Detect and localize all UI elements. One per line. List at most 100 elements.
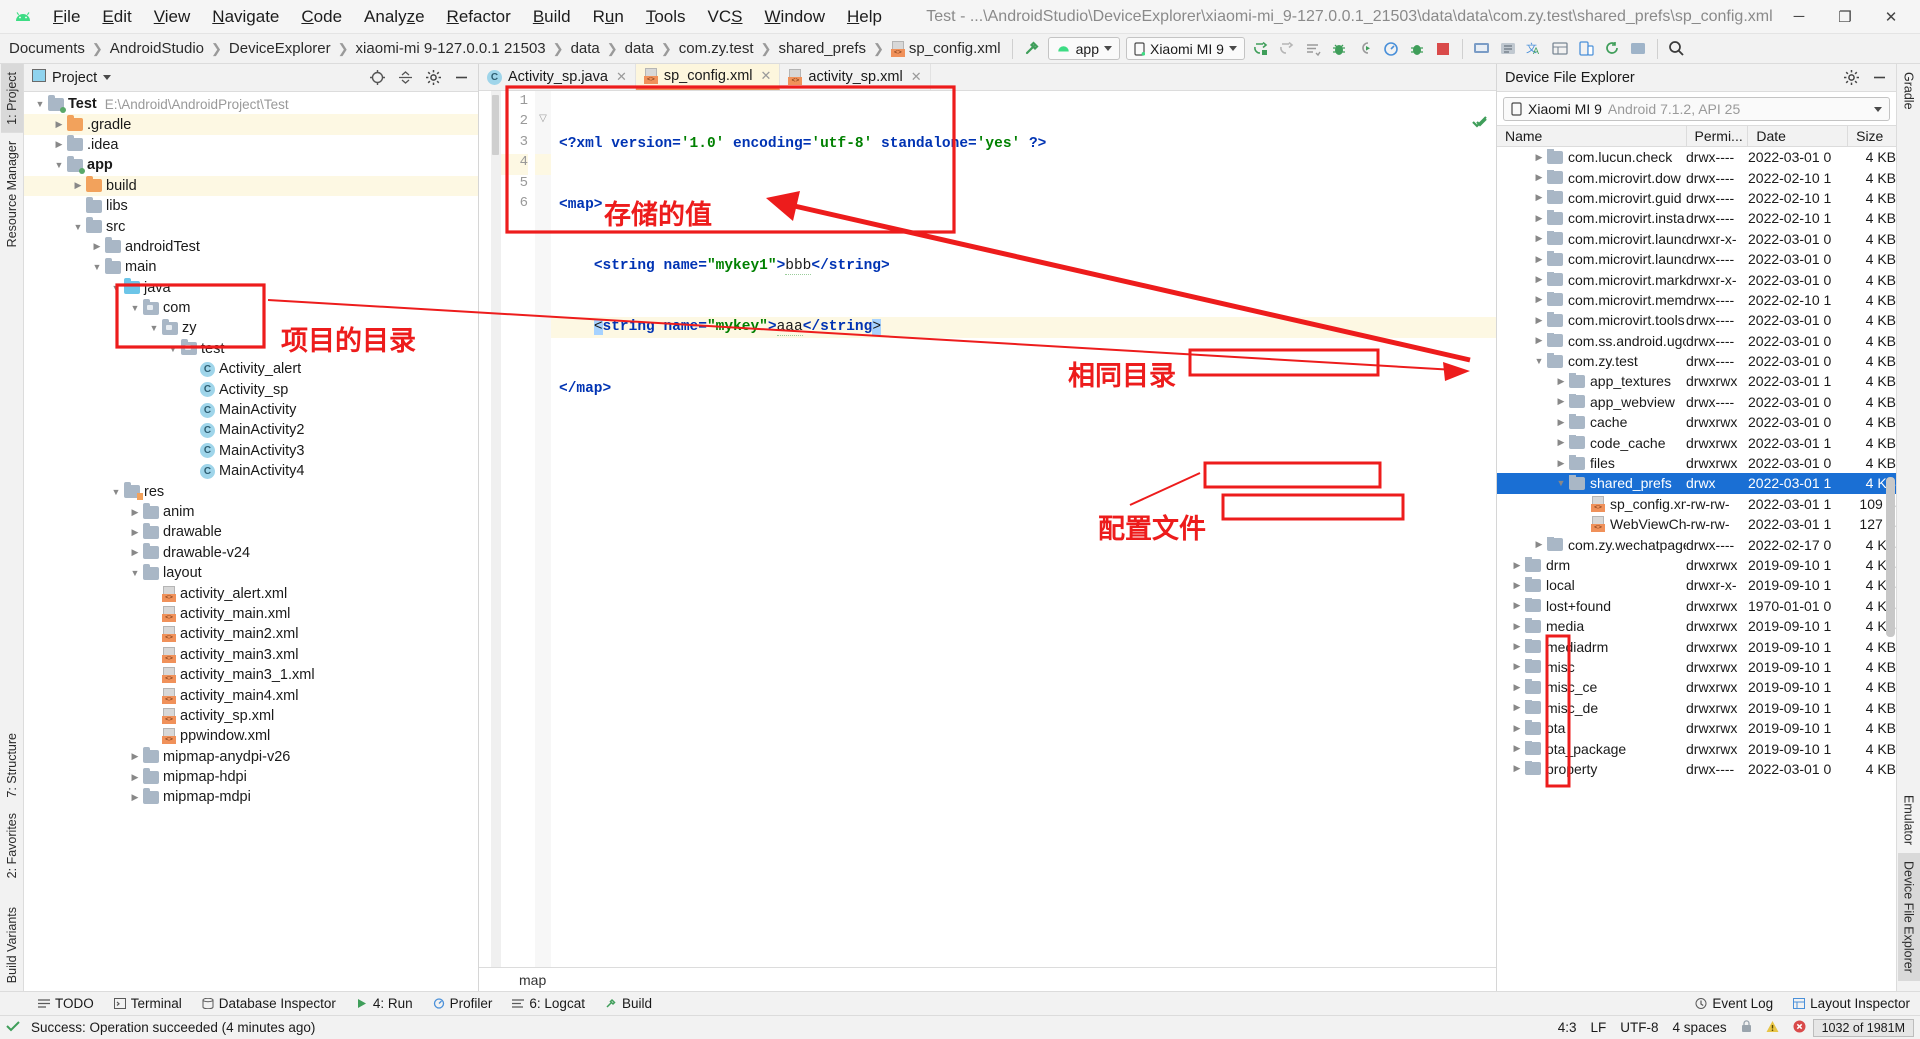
apply-changes-icon[interactable]: [1301, 37, 1325, 61]
dfe-scrollbar[interactable]: [1886, 477, 1895, 637]
tree-row[interactable]: anim: [24, 502, 478, 522]
translate-icon[interactable]: 文A: [1522, 37, 1546, 61]
chevron-right-icon[interactable]: [127, 751, 143, 762]
breadcrumb-item[interactable]: data: [620, 39, 659, 58]
collapse-all-icon[interactable]: [393, 66, 417, 90]
project-panel-title[interactable]: Project: [32, 69, 112, 86]
tree-row[interactable]: mipmap-hdpi: [24, 767, 478, 787]
dfe-row[interactable]: com.lucun.check drwx---- 2022-03-01 0 4 KB: [1497, 147, 1896, 167]
chevron-right-icon[interactable]: [1509, 682, 1525, 693]
tree-row[interactable]: build: [24, 175, 478, 196]
dfe-row[interactable]: files drwxrwx 2022-03-01 0 4 KB: [1497, 453, 1896, 473]
dfe-row[interactable]: ota_package drwxrwx 2019-09-10 1 4 KB: [1497, 738, 1896, 758]
dfe-row[interactable]: app_textures drwxrwx 2022-03-01 1 4 KB: [1497, 371, 1896, 391]
tool-button-database-inspector[interactable]: Database Inspector: [192, 994, 346, 1013]
breadcrumb-item[interactable]: DeviceExplorer: [224, 39, 336, 58]
dfe-row[interactable]: misc drwxrwx 2019-09-10 1 4 KB: [1497, 657, 1896, 677]
inspection-ok-icon[interactable]: [1378, 95, 1488, 157]
chevron-down-icon[interactable]: [165, 344, 181, 354]
chevron-down-icon[interactable]: [32, 99, 48, 109]
tree-row[interactable]: <> ppwindow.xml: [24, 726, 478, 746]
tree-row[interactable]: <> activity_main.xml: [24, 604, 478, 624]
sidebar-item-structure[interactable]: 7: Structure: [1, 725, 23, 806]
editor-tab[interactable]: C Activity_sp.java ✕: [479, 64, 636, 90]
status-indent[interactable]: 4 spaces: [1666, 1019, 1734, 1036]
breadcrumb-item[interactable]: Documents: [4, 39, 90, 58]
editor-tab[interactable]: <> sp_config.xml ✕: [635, 64, 781, 90]
chevron-down-icon[interactable]: [127, 303, 143, 313]
chevron-right-icon[interactable]: [1531, 233, 1547, 244]
run-icon[interactable]: [1249, 37, 1273, 61]
chevron-down-icon[interactable]: [1553, 478, 1569, 488]
chevron-down-icon[interactable]: [1531, 356, 1547, 366]
build-hammer-icon[interactable]: [1020, 37, 1044, 61]
dfe-row[interactable]: com.microvirt.toolsdrwx---- 2022-03-01 0 4…: [1497, 310, 1896, 330]
tree-row[interactable]: <> activity_alert.xml: [24, 583, 478, 603]
menu-tools[interactable]: Tools: [635, 4, 697, 30]
close-icon[interactable]: ✕: [761, 68, 772, 84]
editor-tab[interactable]: <> activity_sp.xml ✕: [780, 64, 931, 90]
close-icon[interactable]: ✕: [616, 69, 627, 85]
chevron-right-icon[interactable]: [1509, 723, 1525, 734]
tree-row[interactable]: test: [24, 339, 478, 359]
tree-row[interactable]: .gradle: [24, 114, 478, 135]
chevron-right-icon[interactable]: [1531, 213, 1547, 224]
chevron-right-icon[interactable]: [70, 180, 86, 191]
dfe-row[interactable]: mediadrm drwxrwx 2019-09-10 1 4 KB: [1497, 636, 1896, 656]
device-manager-icon[interactable]: [1574, 37, 1598, 61]
chevron-right-icon[interactable]: [1553, 437, 1569, 448]
chevron-right-icon[interactable]: [1553, 376, 1569, 387]
breadcrumb-item-file[interactable]: <> sp_config.xml: [886, 39, 1006, 58]
breadcrumb-item[interactable]: AndroidStudio: [105, 39, 209, 58]
chevron-right-icon[interactable]: [127, 527, 143, 538]
sidebar-item-favorites[interactable]: 2: Favorites: [1, 805, 23, 886]
chevron-down-icon[interactable]: [108, 487, 124, 497]
tree-row[interactable]: java: [24, 278, 478, 298]
chevron-down-icon[interactable]: [127, 568, 143, 578]
menu-code[interactable]: Code: [290, 4, 353, 30]
tree-row[interactable]: src: [24, 216, 478, 236]
chevron-right-icon[interactable]: [51, 139, 67, 150]
tree-row[interactable]: com: [24, 298, 478, 318]
status-line-separator[interactable]: LF: [1584, 1019, 1614, 1036]
tree-row[interactable]: <> activity_main4.xml: [24, 685, 478, 705]
hide-panel-icon[interactable]: [449, 66, 473, 90]
chevron-right-icon[interactable]: [1531, 294, 1547, 305]
dfe-row[interactable]: code_cache drwxrwx 2022-03-01 1 4 KB: [1497, 432, 1896, 452]
tool-button-logcat[interactable]: 6: Logcat: [502, 994, 595, 1013]
dfe-row[interactable]: misc_de drwxrwx 2019-09-10 1 4 KB: [1497, 698, 1896, 718]
chevron-right-icon[interactable]: [1531, 152, 1547, 163]
close-icon[interactable]: ✕: [911, 69, 922, 85]
chevron-right-icon[interactable]: [1531, 539, 1547, 550]
chevron-right-icon[interactable]: [1553, 458, 1569, 469]
sidebar-item-gradle[interactable]: Gradle: [1898, 64, 1920, 118]
dfe-row[interactable]: <> sp_config.xm -rw-rw- 2022-03-01 1 109 B: [1497, 494, 1896, 514]
menu-help[interactable]: Help: [836, 4, 893, 30]
tree-row[interactable]: drawable-v24: [24, 543, 478, 563]
sidebar-item-project[interactable]: 1: Project: [0, 64, 23, 133]
chevron-right-icon[interactable]: [1531, 192, 1547, 203]
column-header-date[interactable]: Date: [1748, 125, 1849, 147]
dfe-row[interactable]: drmdrwxrwx2019-09-10 14 KB: [1497, 555, 1896, 575]
tool-button-event-log[interactable]: Event Log: [1685, 994, 1783, 1013]
chevron-right-icon[interactable]: [1531, 274, 1547, 285]
tree-row[interactable]: layout: [24, 563, 478, 583]
dfe-row[interactable]: com.microvirt.instadrwx---- 2022-02-10 1 4…: [1497, 208, 1896, 228]
sidebar-item-build-variants[interactable]: Build Variants: [1, 899, 23, 991]
tree-row[interactable]: mipmap-anydpi-v26: [24, 747, 478, 767]
dfe-row[interactable]: app_webview drwx---- 2022-03-01 0 4 KB: [1497, 392, 1896, 412]
menu-navigate[interactable]: Navigate: [201, 4, 290, 30]
menu-build[interactable]: Build: [522, 4, 582, 30]
tree-row[interactable]: .idea: [24, 135, 478, 155]
chevron-right-icon[interactable]: [1531, 172, 1547, 183]
maximize-button[interactable]: ❐: [1822, 1, 1868, 33]
tool-button-run[interactable]: 4: Run: [346, 994, 423, 1013]
menu-edit[interactable]: Edit: [91, 4, 142, 30]
stop-icon[interactable]: [1431, 37, 1455, 61]
rerun-icon[interactable]: [1275, 37, 1299, 61]
chevron-right-icon[interactable]: [1531, 335, 1547, 346]
dfe-row[interactable]: property drwx---- 2022-03-01 0 4 KB: [1497, 759, 1896, 779]
menu-run[interactable]: Run: [582, 4, 635, 30]
chevron-right-icon[interactable]: [1509, 580, 1525, 591]
dfe-row[interactable]: mediadrwxrwx2019-09-10 14 KB: [1497, 616, 1896, 636]
